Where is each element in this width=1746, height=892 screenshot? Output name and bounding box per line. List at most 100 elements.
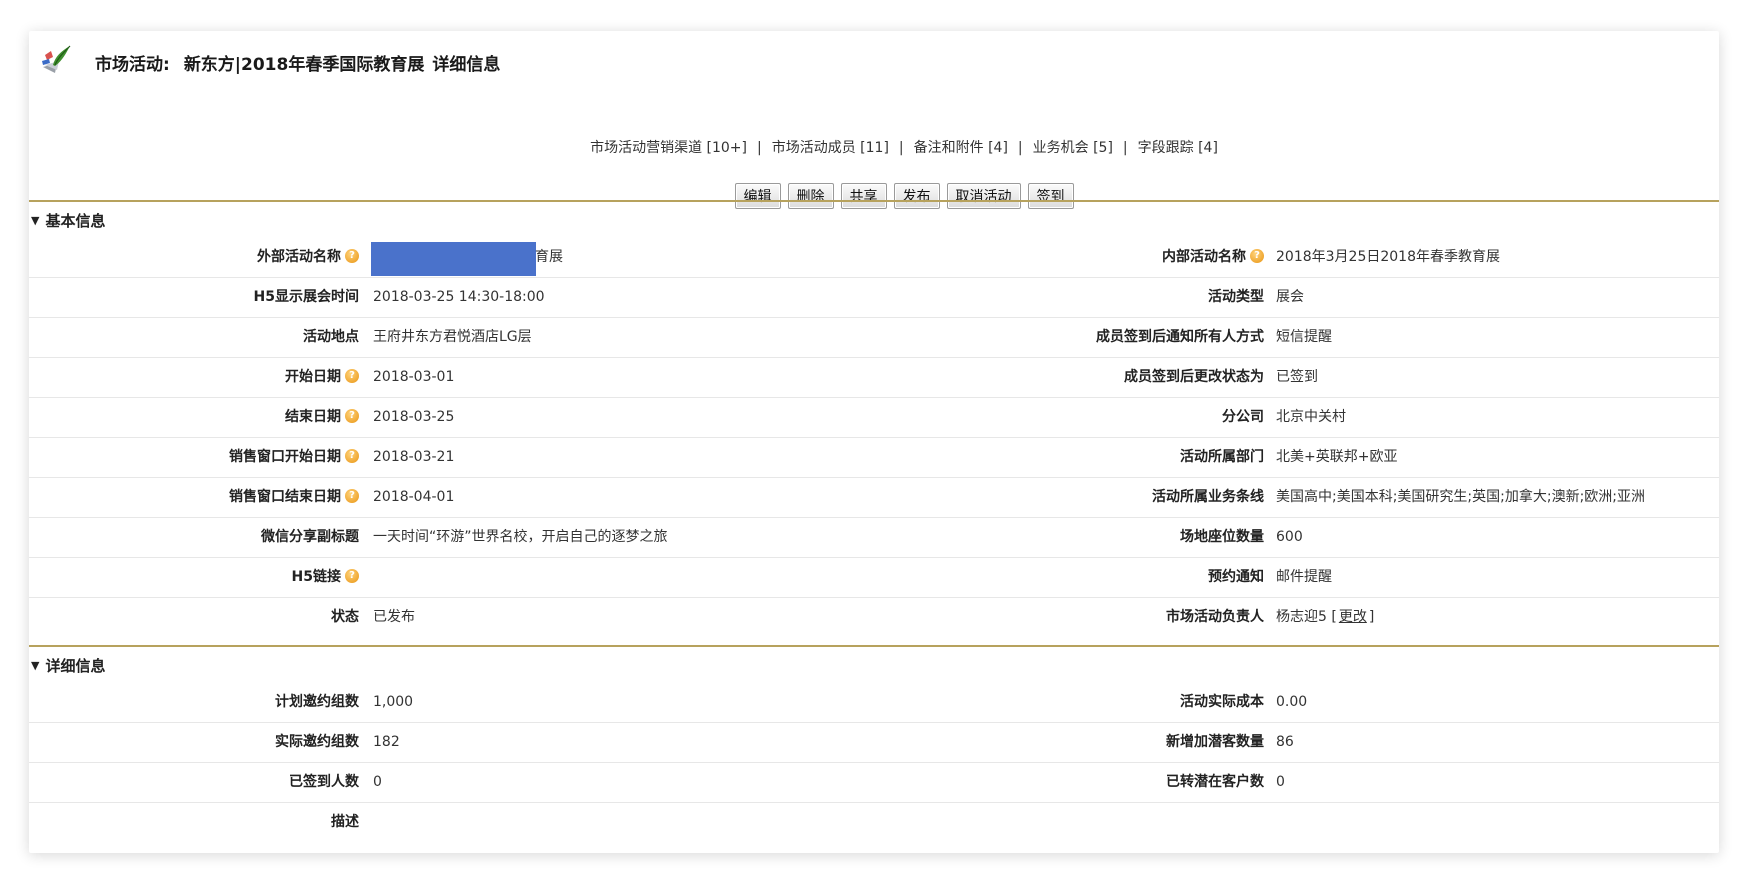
field-value: 2018-04-01 xyxy=(373,489,455,505)
field-value: 1,000 xyxy=(373,694,414,710)
redaction-block xyxy=(371,242,536,276)
field-label: 外部活动名称? xyxy=(29,238,359,277)
help-icon[interactable]: ? xyxy=(345,568,359,583)
field-label: 成员签到后通知所有人方式 xyxy=(1096,329,1264,345)
field-label: 活动类型 xyxy=(1208,289,1264,305)
field-label: 状态 xyxy=(331,609,359,625)
field-label: 活动所属部门 xyxy=(1180,449,1264,465)
help-icon[interactable]: ? xyxy=(345,248,359,263)
field-row: 活动地点 王府井东方君悦酒店LG层 成员签到后通知所有人方式 短信提醒 xyxy=(29,318,1719,358)
field-row: 已签到人数 0 已转潜在客户数 0 xyxy=(29,763,1719,803)
help-icon[interactable]: ? xyxy=(1250,248,1264,263)
detail-card: 市场活动: 新东方|2018年春季国际教育展 详细信息 市场活动营销渠道 [10+]… xyxy=(29,31,1719,853)
field-label: 开始日期? xyxy=(29,358,359,397)
link-separator: | xyxy=(1122,140,1128,156)
page-header: 市场活动: 新东方|2018年春季国际教育展 详细信息 xyxy=(29,31,1719,91)
field-value: 邮件提醒 xyxy=(1276,569,1332,585)
title-prefix: 市场活动: xyxy=(95,55,170,75)
field-row: 销售窗口开始日期? 2018-03-21 活动所属部门 北美+英联邦+欧亚 xyxy=(29,438,1719,478)
field-label: 新增加潜客数量 xyxy=(1166,734,1264,750)
link-campaign-members[interactable]: 市场活动成员 [11] xyxy=(772,140,889,156)
help-icon[interactable]: ? xyxy=(345,448,359,463)
basic-info-section: ▼ 基本信息 外部活动名称? 育展 内部活动名称? 2018年3月25日2018… xyxy=(29,200,1719,637)
field-label: 描述 xyxy=(331,814,359,830)
field-value: 600 xyxy=(1276,529,1303,545)
field-label: 实际邀约组数 xyxy=(275,734,359,750)
field-label: 活动实际成本 xyxy=(1180,694,1264,710)
field-value: 王府井东方君悦酒店LG层 xyxy=(373,329,532,345)
field-value: 已签到 xyxy=(1276,369,1318,385)
link-opportunities[interactable]: 业务机会 [5] xyxy=(1033,140,1113,156)
field-value: 一天时间“环游”世界名校，开启自己的逐梦之旅 xyxy=(373,529,668,545)
field-value: 182 xyxy=(373,734,400,750)
field-value: 北美+英联邦+欧亚 xyxy=(1276,449,1398,465)
basic-info-header[interactable]: ▼ 基本信息 xyxy=(29,202,1719,238)
field-row: 实际邀约组数 182 新增加潜客数量 86 xyxy=(29,723,1719,763)
related-list-links: 市场活动营销渠道 [10+] | 市场活动成员 [11] | 备注和附件 [4] | 业务机… xyxy=(29,137,1719,157)
field-value: 2018-03-25 14:30-18:00 xyxy=(373,289,545,305)
field-label: 微信分享副标题 xyxy=(261,529,359,545)
collapse-triangle-icon: ▼ xyxy=(31,213,40,227)
link-separator: | xyxy=(757,140,762,156)
field-value: 2018-03-01 xyxy=(373,369,455,385)
field-label: 成员签到后更改状态为 xyxy=(1124,369,1264,385)
link-notes-attachments[interactable]: 备注和附件 [4] xyxy=(914,140,1008,156)
field-label: 活动地点 xyxy=(303,329,359,345)
field-label: 预约通知 xyxy=(1208,569,1264,585)
field-label: 结束日期? xyxy=(29,398,359,437)
field-value xyxy=(373,803,913,842)
field-row: 微信分享副标题 一天时间“环游”世界名校，开启自己的逐梦之旅 场地座位数量 60… xyxy=(29,518,1719,558)
field-label: 活动所属业务条线 xyxy=(1152,489,1264,505)
page-title: 市场活动: 新东方|2018年春季国际教育展 详细信息 xyxy=(95,50,500,75)
field-value xyxy=(373,558,913,597)
field-row: 计划邀约组数 1,000 活动实际成本 0.00 xyxy=(29,683,1719,723)
field-label: 已转潜在客户数 xyxy=(1166,774,1264,790)
field-label: 已签到人数 xyxy=(289,774,359,790)
field-value: 2018-03-21 xyxy=(373,449,455,465)
owner-value: 杨志迎5 [更改] xyxy=(1276,609,1375,625)
field-value: 0 xyxy=(373,774,382,790)
link-field-history[interactable]: 字段跟踪 [4] xyxy=(1138,140,1218,156)
field-value: 北京中关村 xyxy=(1276,409,1346,425)
link-marketing-channels[interactable]: 市场活动营销渠道 [10+] xyxy=(590,140,747,156)
field-label: 分公司 xyxy=(1222,409,1264,425)
help-icon[interactable]: ? xyxy=(345,408,359,423)
field-row: 描述 xyxy=(29,803,1719,842)
field-label: H5链接? xyxy=(29,558,359,597)
field-row: H5链接? 预约通知 邮件提醒 xyxy=(29,558,1719,598)
title-suffix: 详细信息 xyxy=(432,55,501,75)
field-value: 0.00 xyxy=(1276,694,1308,710)
detail-info-header[interactable]: ▼ 详细信息 xyxy=(29,647,1719,683)
field-value: 展会 xyxy=(1276,289,1304,305)
field-label: 内部活动名称? xyxy=(929,238,1264,277)
field-label: H5显示展会时间 xyxy=(253,289,359,305)
collapse-triangle-icon: ▼ xyxy=(31,658,40,672)
field-value: 86 xyxy=(1276,734,1294,750)
field-label: 销售窗口开始日期? xyxy=(29,438,359,477)
field-value: 美国高中;美国本科;美国研究生;英国;加拿大;澳新;欧洲;亚洲 xyxy=(1276,489,1646,505)
section-title: 基本信息 xyxy=(45,211,106,230)
field-row: H5显示展会时间 2018-03-25 14:30-18:00 活动类型 展会 xyxy=(29,278,1719,318)
field-row: 销售窗口结束日期? 2018-04-01 活动所属业务条线 美国高中;美国本科;… xyxy=(29,478,1719,518)
field-label: 场地座位数量 xyxy=(1180,529,1264,545)
link-separator: | xyxy=(1017,140,1023,156)
field-row: 结束日期? 2018-03-25 分公司 北京中关村 xyxy=(29,398,1719,438)
link-separator: | xyxy=(898,140,904,156)
detail-info-section: ▼ 详细信息 计划邀约组数 1,000 活动实际成本 0.00 实际邀约组数 1… xyxy=(29,645,1719,842)
field-row: 开始日期? 2018-03-01 成员签到后更改状态为 已签到 xyxy=(29,358,1719,398)
campaign-name: 新东方|2018年春季国际教育展 xyxy=(183,55,425,75)
field-label: 计划邀约组数 xyxy=(275,694,359,710)
campaign-quill-icon xyxy=(42,45,71,73)
field-value: 2018-03-25 xyxy=(373,409,455,425)
help-icon[interactable]: ? xyxy=(345,368,359,383)
help-icon[interactable]: ? xyxy=(345,488,359,503)
field-value: 已发布 xyxy=(373,609,415,625)
change-owner-link[interactable]: 更改 xyxy=(1339,609,1367,625)
field-row: 外部活动名称? 育展 内部活动名称? 2018年3月25日2018年春季教育展 xyxy=(29,238,1719,278)
section-title: 详细信息 xyxy=(45,656,106,675)
field-row: 状态 已发布 市场活动负责人 杨志迎5 [更改] xyxy=(29,598,1719,637)
field-label: 市场活动负责人 xyxy=(1166,609,1264,625)
field-value: 2018年3月25日2018年春季教育展 xyxy=(1276,249,1500,265)
field-value: 短信提醒 xyxy=(1276,329,1332,345)
field-value: 0 xyxy=(1276,774,1285,790)
